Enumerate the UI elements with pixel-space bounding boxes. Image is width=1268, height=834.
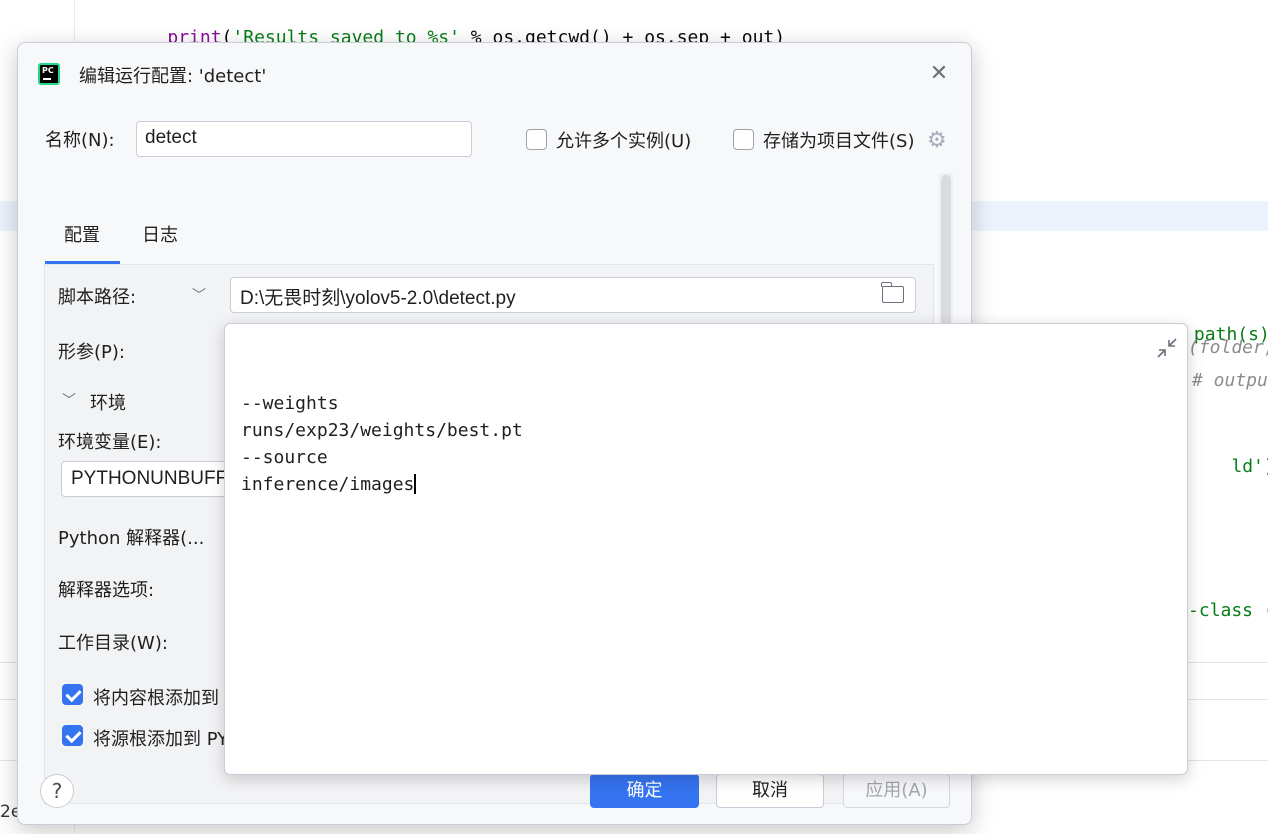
pycharm-logo-icon: PC [38, 63, 60, 85]
chevron-down-icon[interactable]: ﹀ [192, 285, 206, 305]
parameters-expanded-editor[interactable]: --weights runs/exp23/weights/best.pt --sou… [224, 323, 1188, 775]
store-as-project-file-checkbox[interactable] [733, 129, 754, 150]
code-line-fragment-class[interactable]: -class ( [1188, 600, 1268, 621]
param-line: runs/exp23/weights/best.pt [241, 420, 523, 441]
allow-multiple-instances-label[interactable]: 允许多个实例(U) [556, 127, 691, 153]
python-interpreter-label: Python 解释器(... [58, 528, 205, 549]
chevron-down-icon[interactable]: ﹀ [62, 390, 76, 410]
script-path-label: 脚本路径: [58, 287, 137, 308]
add-source-roots-checkbox[interactable] [62, 725, 83, 746]
help-button[interactable]: ? [40, 774, 74, 808]
env-vars-label: 环境变量(E): [58, 432, 162, 453]
param-line: --source [241, 447, 328, 468]
cancel-button[interactable]: 取消 [716, 774, 824, 808]
code-line-fragment-ld[interactable]: ld') [1188, 435, 1268, 498]
param-line: --weights [241, 393, 339, 414]
apply-button[interactable]: 应用(A) [843, 774, 950, 808]
code-line-comment-folder[interactable]: (folder, [1188, 337, 1268, 358]
name-label: 名称(N): [45, 130, 115, 151]
close-icon[interactable]: ✕ [924, 59, 954, 89]
folder-icon[interactable] [881, 282, 904, 303]
script-path-field[interactable]: D:\无畏时刻\yolov5-2.0\detect.py [230, 277, 916, 313]
parameters-textarea[interactable]: --weights runs/exp23/weights/best.pt --sou… [241, 336, 523, 552]
text-caret [414, 474, 417, 494]
param-line: inference/images [241, 474, 415, 495]
add-content-roots-checkbox[interactable] [62, 684, 83, 705]
name-field[interactable]: detect [136, 121, 472, 157]
code-token-tail: ) [1264, 456, 1268, 477]
tab-logs[interactable]: 日志 [142, 221, 178, 247]
environment-section-label[interactable]: 环境 [90, 389, 126, 415]
store-as-project-file-label[interactable]: 存储为项目文件(S) [763, 127, 914, 153]
tab-configuration[interactable]: 配置 [64, 221, 100, 247]
code-token-string: ld' [1231, 456, 1264, 477]
dialog-title: 编辑运行配置: 'detect' [79, 66, 267, 87]
allow-multiple-instances-checkbox[interactable] [526, 129, 547, 150]
working-directory-label: 工作目录(W): [58, 633, 168, 654]
interpreter-options-label: 解释器选项: [58, 580, 155, 601]
collapse-icon[interactable] [1155, 336, 1179, 360]
parameters-label: 形参(P): [58, 342, 125, 363]
gear-icon[interactable]: ⚙ [927, 128, 947, 153]
code-line-comment-output[interactable]: # outpu [1192, 370, 1268, 391]
ok-button[interactable]: 确定 [590, 774, 699, 808]
